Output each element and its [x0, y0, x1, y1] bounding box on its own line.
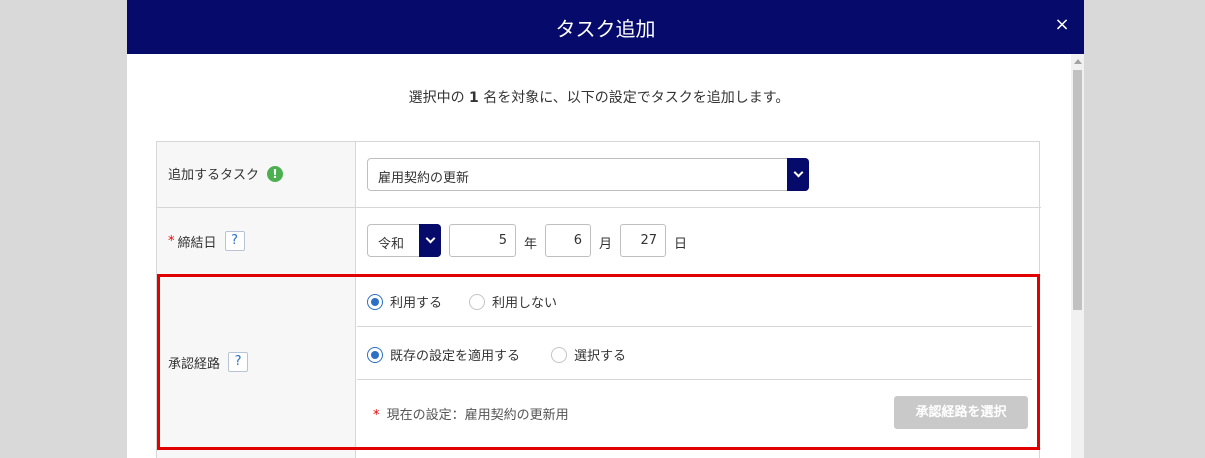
radio-existing-setting[interactable]: 既存の設定を適用する: [367, 345, 520, 364]
info-icon: !: [267, 165, 284, 182]
intro-after: 名を対象に、以下の設定でタスクを追加します。: [478, 90, 790, 106]
radio-selected-icon[interactable]: [367, 293, 383, 310]
row-divider: [157, 275, 1041, 276]
radio-use-label: 利用する: [390, 296, 443, 311]
scrollbar-thumb[interactable]: [1073, 70, 1082, 310]
radio-existing-label: 既存の設定を適用する: [390, 349, 521, 364]
radio-not-use[interactable]: 利用しない: [469, 292, 557, 311]
chevron-down-icon[interactable]: [787, 158, 809, 191]
chevron-down-icon[interactable]: [419, 224, 441, 257]
vertical-scrollbar[interactable]: [1071, 54, 1084, 458]
year-input[interactable]: 5: [449, 224, 516, 257]
radio-unselected-icon[interactable]: [469, 293, 485, 310]
date-label-text: 締結日: [177, 235, 217, 251]
required-mark: *: [168, 233, 175, 249]
intro-count: 1: [469, 90, 479, 106]
dialog-title: タスク追加: [555, 17, 656, 41]
current-setting: * 現在の設定：雇用契約の更新用: [373, 404, 569, 423]
radio-select-route[interactable]: 選択する: [551, 345, 626, 364]
row-divider: [157, 207, 1041, 208]
task-form: 追加するタスク ! 雇用契約の更新 * 締結日 ? 令和 5 年 6 月 27 …: [156, 141, 1041, 458]
required-mark: *: [373, 408, 380, 423]
radio-select-label: 選択する: [574, 349, 627, 364]
sub-divider: [357, 326, 1032, 327]
approval-label: 承認経路 ?: [168, 352, 249, 372]
select-approval-route-button[interactable]: 承認経路を選択: [894, 396, 1028, 429]
row-divider: [157, 448, 1041, 449]
radio-use[interactable]: 利用する: [367, 292, 442, 311]
day-unit: 日: [674, 237, 688, 252]
month-unit: 月: [599, 237, 613, 252]
date-label: * 締結日 ?: [168, 231, 245, 251]
radio-not-use-label: 利用しない: [492, 296, 558, 311]
task-label-text: 追加するタスク: [168, 168, 260, 183]
help-icon[interactable]: ?: [228, 352, 249, 372]
approval-label-text: 承認経路: [168, 356, 221, 372]
radio-unselected-icon[interactable]: [551, 346, 567, 363]
task-select[interactable]: 雇用契約の更新: [367, 158, 809, 191]
year-unit: 年: [524, 237, 538, 252]
close-icon[interactable]: ×: [1054, 14, 1070, 36]
month-input[interactable]: 6: [545, 224, 591, 257]
help-icon[interactable]: ?: [224, 231, 245, 251]
task-add-dialog: タスク追加 × 選択中の 1 名を対象に、以下の設定でタスクを追加します。 追加…: [127, 0, 1084, 458]
intro-before: 選択中の: [408, 90, 470, 106]
era-select-value: 令和: [378, 237, 405, 252]
task-select-value: 雇用契約の更新: [378, 171, 470, 186]
task-label: 追加するタスク !: [168, 164, 284, 183]
sub-divider: [357, 379, 1032, 380]
intro-text: 選択中の 1 名を対象に、以下の設定でタスクを追加します。: [127, 87, 1071, 107]
label-column: [157, 142, 356, 458]
dialog-header: タスク追加 ×: [127, 0, 1084, 54]
current-setting-text: 現在の設定：雇用契約の更新用: [386, 408, 569, 423]
scroll-up-icon[interactable]: [1074, 59, 1082, 64]
era-select[interactable]: 令和: [367, 224, 441, 257]
radio-selected-icon[interactable]: [367, 346, 383, 363]
day-input[interactable]: 27: [620, 224, 666, 257]
